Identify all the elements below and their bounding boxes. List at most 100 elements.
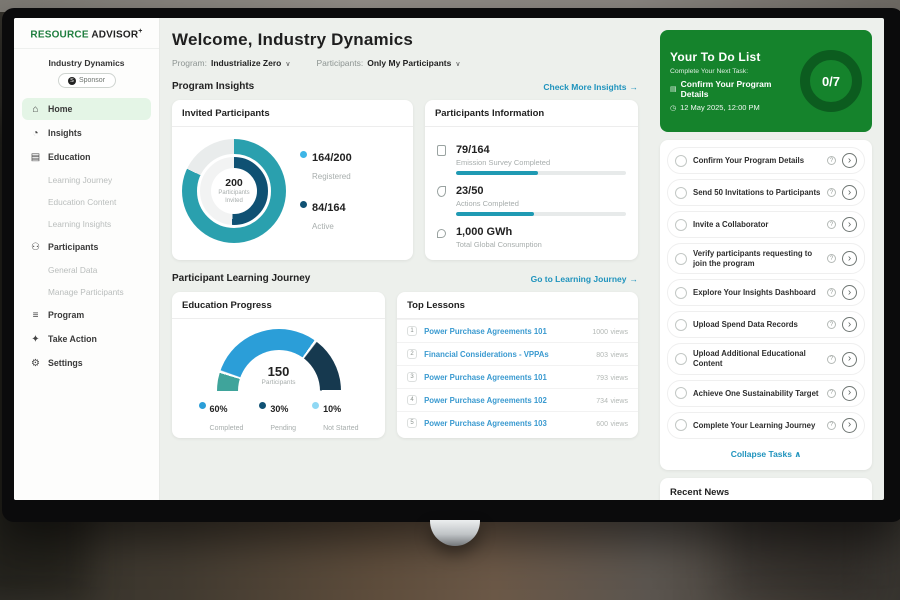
legend-dot [300, 151, 307, 158]
checkbox-icon[interactable] [675, 387, 687, 399]
todo-progress-ring: 0/7 [800, 50, 862, 112]
sidebar-item-learning-insights[interactable]: Learning Insights [22, 214, 151, 234]
sidebar: RESOURCE ADVISOR+ Industry Dynamics S Sp… [14, 18, 160, 500]
sidebar-item-settings[interactable]: ⚙ Settings [22, 352, 151, 374]
sidebar-nav: ⌂ Home ◔ Insights ▤ Education Learning J… [14, 96, 159, 378]
lesson-row: 4 Power Purchase Agreements 102 734 view… [397, 388, 638, 411]
lesson-link[interactable]: Power Purchase Agreements 103 [424, 419, 589, 428]
checkbox-icon[interactable] [675, 155, 687, 167]
checkbox-icon[interactable] [675, 219, 687, 231]
learning-journey-header: Participant Learning Journey Go to Learn… [172, 273, 638, 284]
gauge-legend: 60%Completed 30%Pending 10%Not Started [199, 399, 359, 435]
lesson-link[interactable]: Financial Considerations - VPPAs [424, 350, 589, 359]
insights-icon: ◔ [30, 128, 41, 139]
sidebar-item-take-action[interactable]: ✦ Take Action [22, 328, 151, 350]
todo-item-0[interactable]: Confirm Your Program Details ? › [667, 147, 865, 174]
monitor-stand [430, 520, 480, 546]
chevron-right-icon[interactable]: › [842, 386, 857, 401]
chevron-right-icon[interactable]: › [842, 352, 857, 367]
sidebar-item-home[interactable]: ⌂ Home [22, 98, 151, 120]
todo-panel: Your To Do List Complete Your Next Task:… [648, 18, 884, 500]
participants-information-card: Participants Information 79/164 Emission… [425, 100, 638, 260]
program-select[interactable]: Program:Industrialize Zero∨ [172, 58, 290, 68]
sidebar-item-general-data[interactable]: General Data [22, 260, 151, 280]
sidebar-item-manage-participants[interactable]: Manage Participants [22, 282, 151, 302]
lesson-link[interactable]: Power Purchase Agreements 101 [424, 327, 585, 336]
sidebar-item-education[interactable]: ▤ Education [22, 146, 151, 168]
chevron-right-icon[interactable]: › [842, 153, 857, 168]
home-icon: ⌂ [30, 104, 41, 115]
info-icon[interactable]: ? [827, 156, 836, 165]
next-task-datetime: ◷ 12 May 2025, 12:00 PM [670, 103, 798, 112]
lesson-link[interactable]: Power Purchase Agreements 102 [424, 396, 589, 405]
progress-bar [456, 212, 626, 216]
lesson-link[interactable]: Power Purchase Agreements 101 [424, 373, 589, 382]
todo-item-8[interactable]: Complete Your Learning Journey ? › [667, 412, 865, 439]
lesson-row: 2 Financial Considerations - VPPAs 803 v… [397, 342, 638, 365]
chevron-right-icon[interactable]: › [842, 185, 857, 200]
checkbox-icon[interactable] [675, 287, 687, 299]
chevron-right-icon[interactable]: › [842, 217, 857, 232]
recent-news-title: Recent News [670, 487, 862, 500]
global-consumption-stat: 1,000 GWh Total Global Consumption [437, 216, 626, 253]
checkbox-icon[interactable] [675, 353, 687, 365]
program-insights-header: Program Insights Check More Insights→ [172, 81, 638, 92]
chevron-down-icon: ∨ [285, 61, 290, 68]
participants-select[interactable]: Participants:Only My Participants∨ [316, 58, 460, 68]
arrow-right-icon: → [630, 274, 639, 284]
todo-item-4[interactable]: Explore Your Insights Dashboard ? › [667, 279, 865, 306]
todo-hero-card: Your To Do List Complete Your Next Task:… [660, 30, 872, 132]
rank-badge: 5 [407, 418, 417, 428]
todo-title: Your To Do List [670, 50, 798, 64]
chevron-down-icon: ∨ [455, 61, 460, 68]
todo-item-7[interactable]: Achieve One Sustainability Target ? › [667, 380, 865, 407]
info-icon[interactable]: ? [827, 188, 836, 197]
todo-item-6[interactable]: Upload Additional Educational Content ? … [667, 343, 865, 374]
go-to-learning-journey-link[interactable]: Go to Learning Journey→ [531, 274, 638, 284]
info-icon[interactable]: ? [827, 288, 836, 297]
invited-participants-card: Invited Participants 200 Participants In… [172, 100, 413, 260]
section-title: Program Insights [172, 81, 254, 92]
page-title: Welcome, Industry Dynamics [172, 30, 638, 50]
arrow-right-icon: → [630, 82, 639, 92]
sidebar-item-insights[interactable]: ◔ Insights [22, 122, 151, 144]
lesson-row: 1 Power Purchase Agreements 101 1000 vie… [397, 319, 638, 342]
checkbox-icon[interactable] [675, 319, 687, 331]
progress-bar-fill [456, 212, 534, 216]
progress-bar [456, 171, 626, 175]
book-icon: ▤ [30, 152, 41, 163]
sidebar-item-program[interactable]: ≡ Program [22, 304, 151, 326]
chevron-right-icon[interactable]: › [842, 418, 857, 433]
checkbox-icon[interactable] [675, 187, 687, 199]
info-icon[interactable]: ? [827, 421, 836, 430]
sidebar-item-learning-journey[interactable]: Learning Journey [22, 170, 151, 190]
sidebar-item-education-content[interactable]: Education Content [22, 192, 151, 212]
rank-badge: 4 [407, 395, 417, 405]
lightbulb-icon [437, 222, 448, 253]
todo-subtitle: Complete Your Next Task: [670, 68, 798, 75]
chevron-right-icon[interactable]: › [842, 251, 857, 266]
donut-legend: 164/200 Registered 84/164 Active [300, 148, 352, 234]
todo-item-2[interactable]: Invite a Collaborator ? › [667, 211, 865, 238]
info-icon[interactable]: ? [827, 355, 836, 364]
checkbox-icon[interactable] [675, 253, 687, 265]
check-more-insights-link[interactable]: Check More Insights→ [543, 82, 638, 92]
legend-dot [312, 402, 319, 409]
org-name: Industry Dynamics [14, 49, 159, 68]
sidebar-item-participants[interactable]: ⚇ Participants [22, 236, 151, 258]
info-icon[interactable]: ? [827, 254, 836, 263]
todo-item-5[interactable]: Upload Spend Data Records ? › [667, 311, 865, 338]
todo-item-3[interactable]: Verify participants requesting to join t… [667, 243, 865, 274]
info-icon[interactable]: ? [827, 320, 836, 329]
checkbox-icon[interactable] [675, 419, 687, 431]
recent-news-card: Recent News [660, 478, 872, 500]
info-icon[interactable]: ? [827, 389, 836, 398]
info-icon[interactable]: ? [827, 220, 836, 229]
chevron-right-icon[interactable]: › [842, 317, 857, 332]
chevron-right-icon[interactable]: › [842, 285, 857, 300]
clipboard-icon: ▤ [670, 85, 677, 93]
legend-not-started: 10%Not Started [312, 399, 358, 435]
todo-item-1[interactable]: Send 50 Invitations to Participants ? › [667, 179, 865, 206]
main-content: Welcome, Industry Dynamics Program:Indus… [160, 18, 648, 500]
collapse-tasks-link[interactable]: Collapse Tasks ∧ [667, 444, 865, 466]
